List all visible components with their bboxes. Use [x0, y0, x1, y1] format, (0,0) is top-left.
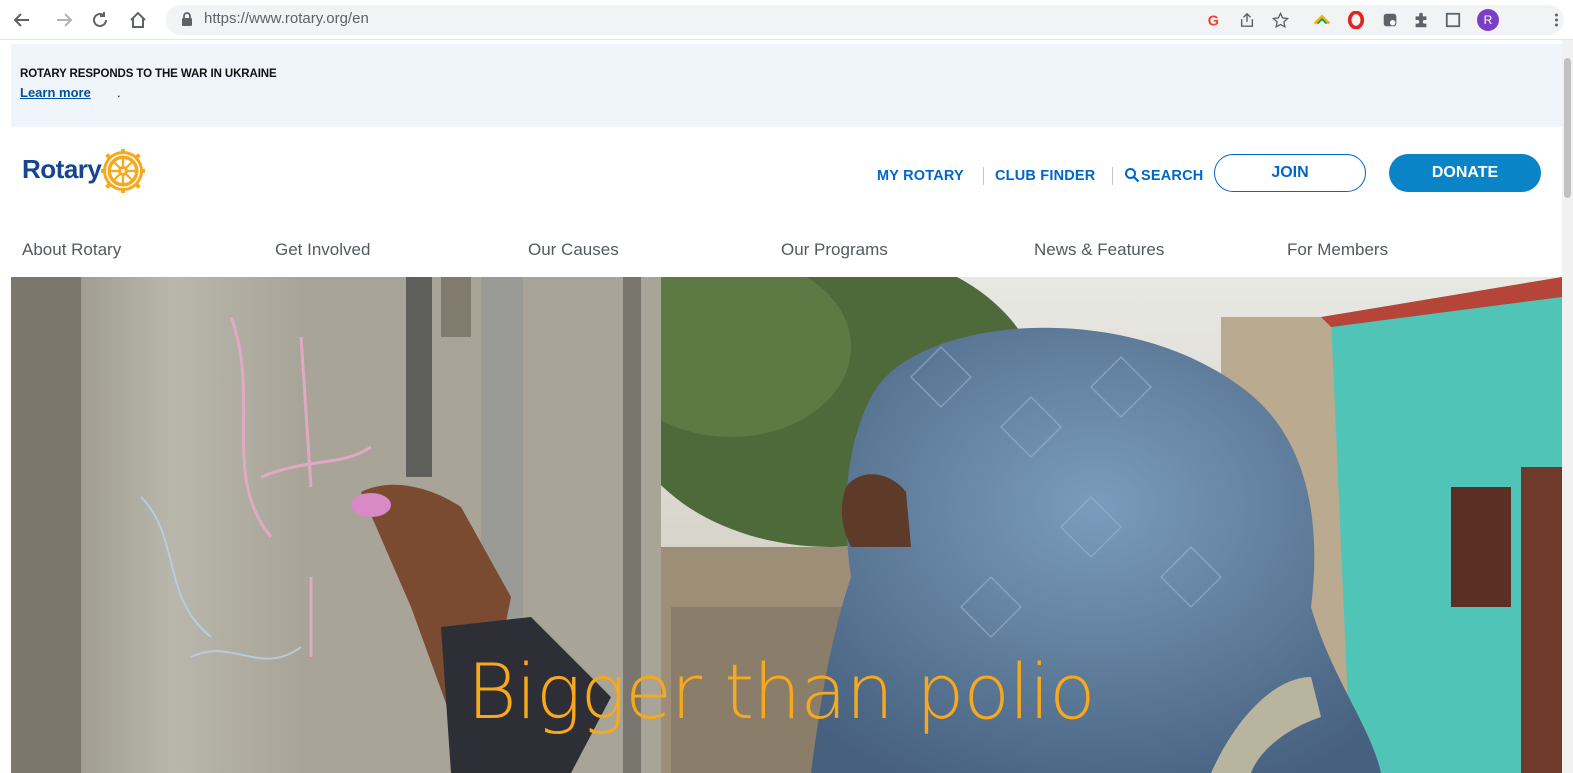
extensions-puzzle-icon[interactable] — [1410, 9, 1432, 31]
home-icon[interactable] — [126, 8, 150, 32]
google-icon[interactable]: G — [1203, 9, 1225, 31]
donate-button[interactable]: DONATE — [1389, 154, 1541, 192]
menu-kebab-icon[interactable] — [1545, 9, 1567, 31]
search-link[interactable]: SEARCH — [1141, 168, 1203, 184]
scrollbar-thumb[interactable] — [1564, 58, 1571, 198]
ukraine-alert-banner: ROTARY RESPONDS TO THE WAR IN UKRAINE Le… — [11, 44, 1562, 127]
nav-our-causes[interactable]: Our Causes — [528, 240, 619, 260]
svg-text:G: G — [1208, 13, 1219, 29]
club-finder-link[interactable]: CLUB FINDER — [995, 168, 1095, 184]
separator — [983, 167, 984, 185]
nav-our-programs[interactable]: Our Programs — [781, 240, 888, 260]
learn-more-link[interactable]: Learn more — [20, 85, 91, 100]
rotary-logo-text[interactable]: Rotary — [22, 154, 102, 185]
browser-toolbar: https://www.rotary.org/en G R — [0, 0, 1573, 40]
opera-icon[interactable] — [1345, 9, 1367, 31]
separator — [1112, 167, 1113, 185]
my-rotary-link[interactable]: MY ROTARY — [877, 168, 964, 184]
profile-avatar[interactable]: R — [1477, 9, 1499, 31]
back-arrow-icon[interactable] — [10, 8, 34, 32]
rotary-wheel-logo-icon[interactable] — [101, 149, 145, 193]
extension-puzzle-dark-icon[interactable] — [1379, 9, 1401, 31]
hero-title: Bigger than polio — [467, 647, 1096, 736]
reload-icon[interactable] — [88, 8, 112, 32]
nav-about-rotary[interactable]: About Rotary — [22, 240, 121, 260]
url-text[interactable]: https://www.rotary.org/en — [204, 10, 369, 27]
bookmark-star-icon[interactable] — [1269, 9, 1291, 31]
forward-arrow-icon[interactable] — [52, 8, 76, 32]
profile-initial: R — [1477, 9, 1499, 31]
side-panel-icon[interactable] — [1442, 9, 1464, 31]
lock-icon — [182, 12, 192, 26]
hero-banner: Bigger than polio — [11, 277, 1562, 773]
search-icon[interactable] — [1124, 167, 1140, 183]
share-icon[interactable] — [1236, 9, 1258, 31]
alert-title: ROTARY RESPONDS TO THE WAR IN UKRAINE — [20, 68, 277, 80]
alert-period: . — [117, 85, 121, 100]
join-button[interactable]: JOIN — [1214, 154, 1366, 192]
rainbow-extension-icon[interactable] — [1311, 9, 1333, 31]
page-scrollbar[interactable] — [1562, 40, 1573, 773]
nav-for-members[interactable]: For Members — [1287, 240, 1388, 260]
nav-get-involved[interactable]: Get Involved — [275, 240, 370, 260]
nav-news-features[interactable]: News & Features — [1034, 240, 1164, 260]
